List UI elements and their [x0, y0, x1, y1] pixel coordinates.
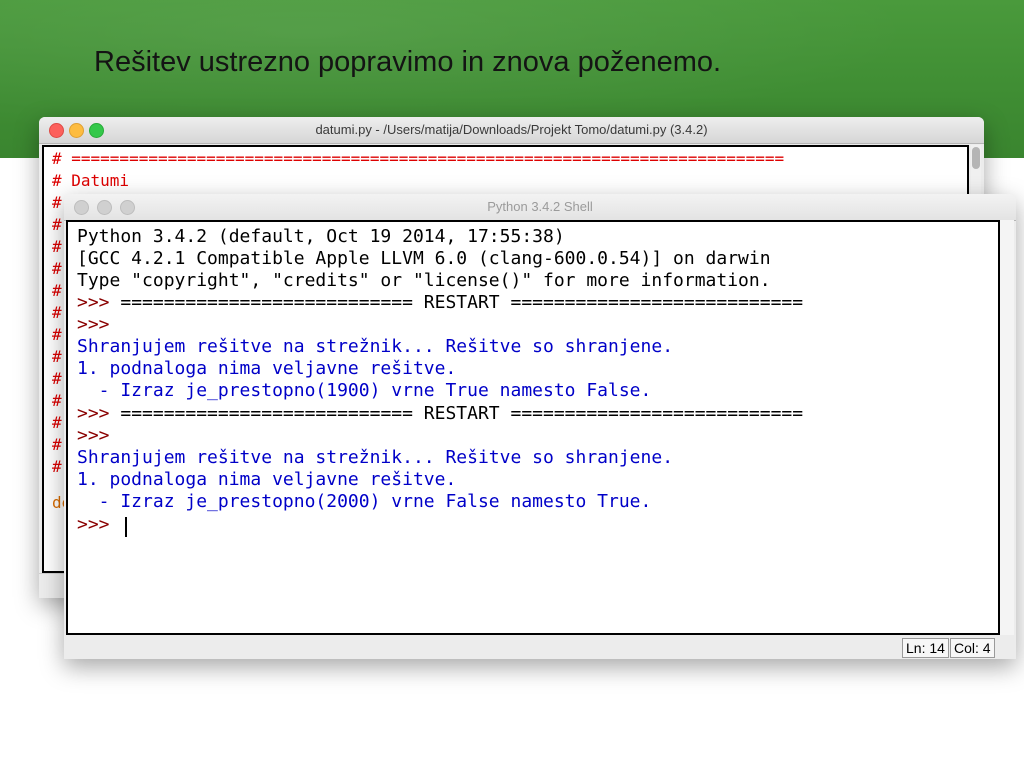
scrollbar-thumb[interactable] [972, 147, 980, 169]
prompt: >>> [77, 314, 110, 335]
shell-titlebar[interactable]: Python 3.4.2 Shell [64, 194, 1016, 221]
code-line: # [52, 281, 62, 300]
prompt: >>> [77, 292, 110, 313]
shell-output-line: Shranjujem rešitve na strežnik... Rešitv… [77, 447, 674, 468]
prompt-line: >>> [77, 514, 110, 536]
code-line: # [52, 303, 62, 322]
shell-title: Python 3.4.2 Shell [487, 199, 593, 214]
code-line: # ======================================… [52, 149, 785, 168]
code-line: # [52, 435, 62, 454]
code-line: # [52, 215, 62, 234]
code-line: # [52, 369, 62, 388]
code-line: # [52, 237, 62, 256]
code-line: # [52, 347, 62, 366]
code-line: # [52, 457, 62, 476]
code-line: # [52, 413, 62, 432]
shell-header-line: Type "copyright", "credits" or "license(… [77, 270, 771, 291]
shell-output-line: 1. podnaloga nima veljavne rešitve. [77, 469, 457, 490]
prompt-line: >>> [77, 314, 110, 336]
code-line: # [52, 259, 62, 278]
line-indicator: Ln: 14 [902, 638, 949, 658]
code-line: # Datumi [52, 171, 130, 190]
prompt: >>> [77, 514, 110, 535]
shell-text-area[interactable]: Python 3.4.2 (default, Oct 19 2014, 17:5… [66, 220, 1000, 635]
prompt: >>> [77, 425, 110, 446]
text-cursor [125, 517, 127, 537]
shell-window: Python 3.4.2 Shell Python 3.4.2 (default… [64, 194, 1016, 659]
shell-output-line: 1. podnaloga nima veljavne rešitve. [77, 358, 457, 379]
restart-text: =========================== RESTART ====… [109, 292, 804, 313]
prompt: >>> [77, 403, 110, 424]
code-line: # [52, 391, 62, 410]
shell-header-line: Python 3.4.2 (default, Oct 19 2014, 17:5… [77, 226, 565, 247]
shell-output-line: - Izraz je_prestopno(1900) vrne True nam… [77, 380, 652, 401]
column-indicator: Col: 4 [950, 638, 995, 658]
shell-status-bar: Ln: 14 Col: 4 [64, 635, 1016, 659]
shell-output-line: Shranjujem rešitve na strežnik... Rešitv… [77, 336, 674, 357]
prompt-line: >>> [77, 425, 110, 447]
restart-text: =========================== RESTART ====… [109, 403, 804, 424]
code-line: # [52, 325, 62, 344]
code-line: # [52, 193, 62, 212]
restart-line: >>> =========================== RESTART … [77, 403, 803, 425]
editor-titlebar[interactable]: datumi.py - /Users/matija/Downloads/Proj… [39, 117, 984, 144]
editor-title: datumi.py - /Users/matija/Downloads/Proj… [315, 122, 708, 137]
restart-line: >>> =========================== RESTART … [77, 292, 803, 314]
slide-title: Rešitev ustrezno popravimo in znova pože… [94, 46, 722, 78]
shell-scrollbar[interactable] [1000, 220, 1014, 635]
shell-output-line: - Izraz je_prestopno(2000) vrne False na… [77, 491, 652, 512]
shell-header-line: [GCC 4.2.1 Compatible Apple LLVM 6.0 (cl… [77, 248, 771, 269]
